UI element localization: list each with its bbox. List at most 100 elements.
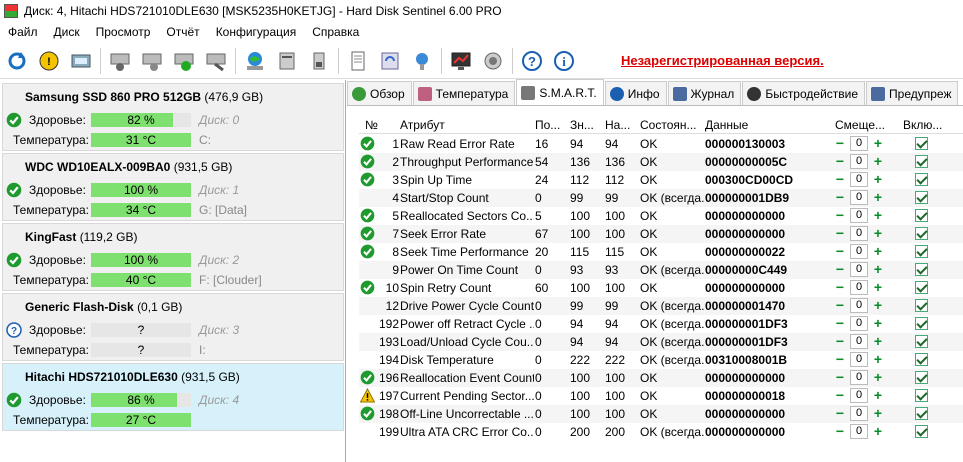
tab-alerts[interactable]: Предупреж	[866, 81, 959, 105]
plus-button[interactable]: +	[871, 244, 885, 259]
plus-button[interactable]: +	[871, 424, 885, 439]
disk-entry[interactable]: Generic Flash-Disk (0,1 GB)? Здоровье:? Ди…	[2, 293, 344, 361]
enabled-checkbox[interactable]	[915, 245, 928, 258]
plus-button[interactable]: +	[871, 262, 885, 277]
offset-value[interactable]: 0	[850, 406, 868, 421]
sync-icon[interactable]	[377, 48, 403, 74]
plus-button[interactable]: +	[871, 388, 885, 403]
column-header[interactable]: По...	[535, 118, 569, 132]
offset-value[interactable]: 0	[850, 226, 868, 241]
table-row[interactable]: 4 Start/Stop Count 0 99 99 OK (всегда... 00000…	[359, 189, 963, 207]
enabled-checkbox[interactable]	[915, 227, 928, 240]
table-row[interactable]: 199 Ultra ATA CRC Error Co... 0 200 200 OK (в…	[359, 423, 963, 441]
column-header[interactable]: На...	[605, 118, 639, 132]
plus-button[interactable]: +	[871, 190, 885, 205]
alert-icon[interactable]: !	[36, 48, 62, 74]
network-icon[interactable]	[242, 48, 268, 74]
help-icon[interactable]: ?	[519, 48, 545, 74]
offset-stepper[interactable]: −0 +	[833, 226, 887, 241]
minus-button[interactable]: −	[833, 244, 847, 259]
offset-value[interactable]: 0	[850, 262, 868, 277]
minus-button[interactable]: −	[833, 406, 847, 421]
disk-entry[interactable]: Hitachi HDS721010DLE630 (931,5 GB) Здоров…	[2, 363, 344, 431]
offset-stepper[interactable]: −0 +	[833, 406, 887, 421]
offset-stepper[interactable]: −0 +	[833, 208, 887, 223]
minus-button[interactable]: −	[833, 280, 847, 295]
minus-button[interactable]: −	[833, 226, 847, 241]
minus-button[interactable]: −	[833, 208, 847, 223]
offset-value[interactable]: 0	[850, 352, 868, 367]
enabled-checkbox[interactable]	[915, 137, 928, 150]
column-header[interactable]: Зн...	[570, 118, 604, 132]
offset-value[interactable]: 0	[850, 424, 868, 439]
minus-button[interactable]: −	[833, 154, 847, 169]
disk-check-icon[interactable]	[139, 48, 165, 74]
disk-ok-icon[interactable]	[171, 48, 197, 74]
table-row[interactable]: 197 Current Pending Sector... 0 100 100 OK 000…	[359, 387, 963, 405]
enabled-checkbox[interactable]	[915, 335, 928, 348]
offset-stepper[interactable]: −0 +	[833, 370, 887, 385]
enabled-checkbox[interactable]	[915, 371, 928, 384]
enabled-checkbox[interactable]	[915, 389, 928, 402]
tab-smart[interactable]: S.M.A.R.T.	[516, 79, 604, 105]
table-row[interactable]: 5 Reallocated Sectors Co... 5 100 100 OK 00000…	[359, 207, 963, 225]
info-icon[interactable]: i	[551, 48, 577, 74]
offset-stepper[interactable]: −0 +	[833, 424, 887, 439]
table-row[interactable]: 198 Off-Line Uncorrectable ... 0 100 100 OK 00…	[359, 405, 963, 423]
enabled-checkbox[interactable]	[915, 425, 928, 438]
table-row[interactable]: 1 Raw Read Error Rate 16 94 94 OK 000000130003…	[359, 135, 963, 153]
offset-stepper[interactable]: −0 +	[833, 352, 887, 367]
menu-config[interactable]: Конфигурация	[208, 25, 305, 39]
minus-button[interactable]: −	[833, 370, 847, 385]
minus-button[interactable]: −	[833, 334, 847, 349]
minus-button[interactable]: −	[833, 190, 847, 205]
plus-button[interactable]: +	[871, 226, 885, 241]
offset-value[interactable]: 0	[850, 154, 868, 169]
table-row[interactable]: 194 Disk Temperature 0 222 222 OK (всегда... 0…	[359, 351, 963, 369]
tab-overview[interactable]: Обзор	[347, 81, 412, 105]
tab-info[interactable]: Инфо	[604, 81, 667, 105]
column-header[interactable]: Данные	[705, 118, 831, 132]
disk-info-icon[interactable]	[68, 48, 94, 74]
table-row[interactable]: 193 Load/Unload Cycle Cou... 0 94 94 OK (всег…	[359, 333, 963, 351]
table-row[interactable]: 7 Seek Error Rate 67 100 100 OK 000000000000 −0…	[359, 225, 963, 243]
table-row[interactable]: 2 Throughput Performance 54 136 136 OK 0000000…	[359, 153, 963, 171]
offset-stepper[interactable]: −0 +	[833, 334, 887, 349]
menu-view[interactable]: Просмотр	[88, 25, 159, 39]
refresh-icon[interactable]	[4, 48, 30, 74]
monitor-chart-icon[interactable]	[448, 48, 474, 74]
minus-button[interactable]: −	[833, 262, 847, 277]
usb-disk-icon[interactable]	[306, 48, 332, 74]
column-header[interactable]: Состоян...	[640, 118, 704, 132]
disk-entry[interactable]: WDC WD10EALX-009BA0 (931,5 GB) Здоровье: 1…	[2, 153, 344, 221]
menu-file[interactable]: Файл	[0, 25, 46, 39]
offset-stepper[interactable]: −0 +	[833, 190, 887, 205]
offset-value[interactable]: 0	[850, 298, 868, 313]
enabled-checkbox[interactable]	[915, 407, 928, 420]
disk-entry[interactable]: Samsung SSD 860 PRO 512GB (476,9 GB) Здор…	[2, 83, 344, 151]
offset-value[interactable]: 0	[850, 316, 868, 331]
enabled-checkbox[interactable]	[915, 191, 928, 204]
enabled-checkbox[interactable]	[915, 173, 928, 186]
enabled-checkbox[interactable]	[915, 317, 928, 330]
offset-value[interactable]: 0	[850, 370, 868, 385]
enabled-checkbox[interactable]	[915, 209, 928, 222]
enabled-checkbox[interactable]	[915, 155, 928, 168]
plus-button[interactable]: +	[871, 316, 885, 331]
menu-report[interactable]: Отчёт	[158, 25, 207, 39]
plus-button[interactable]: +	[871, 406, 885, 421]
offset-value[interactable]: 0	[850, 244, 868, 259]
table-row[interactable]: 8 Seek Time Performance 20 115 115 OK 00000000…	[359, 243, 963, 261]
report-icon[interactable]	[345, 48, 371, 74]
table-row[interactable]: 192 Power off Retract Cycle ... 0 94 94 OK (в…	[359, 315, 963, 333]
offset-value[interactable]: 0	[850, 190, 868, 205]
enabled-checkbox[interactable]	[915, 353, 928, 366]
enabled-checkbox[interactable]	[915, 299, 928, 312]
offset-stepper[interactable]: −0 +	[833, 172, 887, 187]
table-row[interactable]: 196 Reallocation Event Count 0 100 100 OK 0000…	[359, 369, 963, 387]
tab-temperature[interactable]: Температура	[412, 81, 516, 105]
minus-button[interactable]: −	[833, 136, 847, 151]
offset-stepper[interactable]: −0 +	[833, 316, 887, 331]
column-header[interactable]: №	[365, 118, 395, 132]
table-row[interactable]: 3 Spin Up Time 24 112 112 OK 000300CD00CD −0 +	[359, 171, 963, 189]
